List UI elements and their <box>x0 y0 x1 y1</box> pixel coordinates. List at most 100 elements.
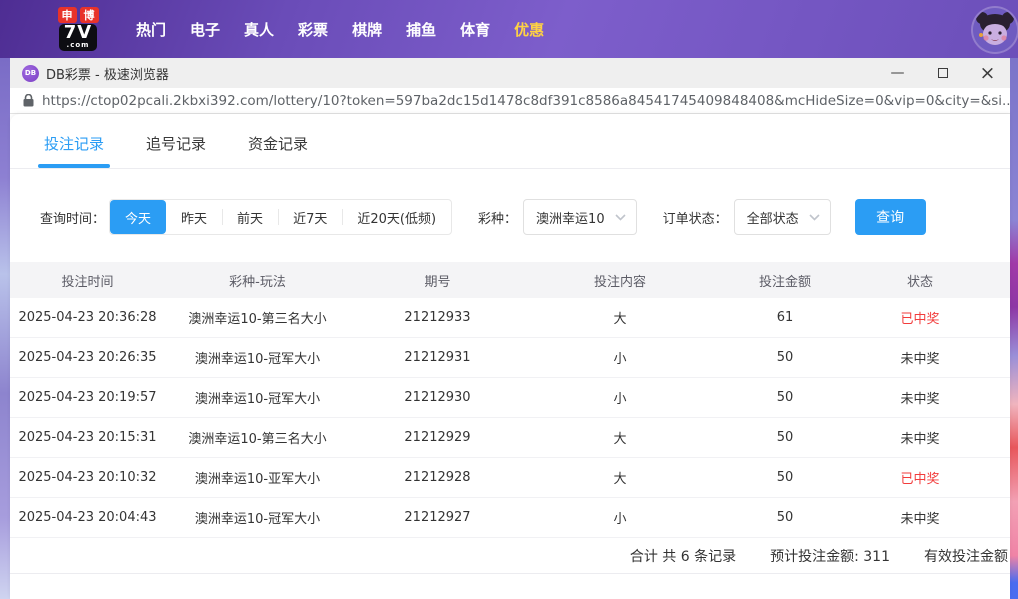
maximize-button[interactable] <box>920 58 965 88</box>
screen: 申 博 7V .com 热门 电子 真人 彩票 棋牌 捕鱼 体育 优惠 DB D… <box>0 0 1018 599</box>
maximize-icon <box>937 68 948 78</box>
order-status-label: 订单状态： <box>662 211 728 227</box>
cell-bet-content: 小 <box>613 512 627 527</box>
site-logo[interactable]: 申 博 7V .com <box>46 7 110 51</box>
cell-bet-amount: 50 <box>776 350 794 365</box>
window-title: DB彩票 - 极速浏览器 <box>46 67 169 83</box>
time-option-today[interactable]: 今天 <box>110 200 167 234</box>
record-tabs: 投注记录 追号记录 资金记录 <box>10 114 1010 169</box>
table-row: 2025-04-23 20:10:32 澳洲幸运10-亚军大小 21212928… <box>10 458 1010 498</box>
nav-item-promo[interactable]: 优惠 <box>502 9 556 50</box>
minimize-button[interactable]: — <box>875 58 920 88</box>
tab-chase-records[interactable]: 追号记录 <box>146 133 206 168</box>
tab-bet-records[interactable]: 投注记录 <box>37 133 111 168</box>
cell-bet-time: 2025-04-23 20:10:32 <box>18 470 157 485</box>
status-badge: 未中奖 <box>900 352 940 367</box>
minimize-icon: — <box>890 65 905 81</box>
nav-item-slots[interactable]: 电子 <box>178 9 232 50</box>
lottery-select[interactable]: 澳洲幸运10 <box>523 199 637 235</box>
window-title-bar[interactable]: DB DB彩票 - 极速浏览器 — × <box>10 58 1010 88</box>
search-button[interactable]: 查询 <box>854 199 926 235</box>
status-badge: 已中奖 <box>900 312 940 327</box>
cell-bet-amount: 61 <box>776 310 794 325</box>
order-status-select[interactable]: 全部状态 <box>733 199 831 235</box>
cell-bet-content: 小 <box>613 352 627 367</box>
time-filter-label: 查询时间： <box>40 211 106 227</box>
nav-item-sports[interactable]: 体育 <box>448 9 502 50</box>
time-range-group: 今天 昨天 前天 近7天 近20天(低频) <box>109 199 453 235</box>
header-game-play: 彩种-玩法 <box>229 274 286 290</box>
order-status-value: 全部状态 <box>746 211 799 227</box>
table-row: 2025-04-23 20:19:57 澳洲幸运10-冠军大小 21212930… <box>10 378 1010 418</box>
logo-sub-text: .com <box>66 41 90 49</box>
cell-issue: 21212931 <box>404 350 471 365</box>
status-badge: 已中奖 <box>900 472 940 487</box>
time-option-yesterday[interactable]: 昨天 <box>166 200 222 234</box>
table-row: 2025-04-23 20:15:31 澳洲幸运10-第三名大小 2121292… <box>10 418 1010 458</box>
app-content: 投注记录 追号记录 资金记录 查询时间： 今天 昨天 前天 近7天 近20天(低… <box>10 114 1010 599</box>
logo-badge-1: 申 <box>57 7 77 23</box>
summary-estimated-amount: 预计投注金额: 311 <box>770 548 890 565</box>
cell-bet-time: 2025-04-23 20:15:31 <box>18 430 157 445</box>
header-bet-amount: 投注金额 <box>758 274 811 290</box>
logo-main-text: 7V <box>63 22 93 43</box>
header-bet-content: 投注内容 <box>593 274 646 290</box>
nav-item-fishing[interactable]: 捕鱼 <box>394 9 448 50</box>
logo-box: 7V .com <box>58 22 98 51</box>
url-text: https://ctop02pcali.2kbxi392.com/lottery… <box>42 92 1010 109</box>
status-badge: 未中奖 <box>900 392 940 407</box>
table-summary-row: 合计 共 6 条记录 预计投注金额: 311 有效投注金额 <box>10 538 1010 574</box>
header-bet-time: 投注时间 <box>61 274 114 290</box>
cell-bet-amount: 50 <box>776 470 794 485</box>
cell-game-play: 澳洲幸运10-亚军大小 <box>194 472 321 487</box>
site-top-bar: 申 博 7V .com 热门 电子 真人 彩票 棋牌 捕鱼 体育 优惠 <box>0 0 1018 58</box>
close-icon: × <box>979 62 996 84</box>
browser-window: DB DB彩票 - 极速浏览器 — × https://ctop02pcali.… <box>10 58 1010 599</box>
nav-item-cards[interactable]: 棋牌 <box>340 9 394 50</box>
cell-issue: 21212929 <box>404 430 471 445</box>
page-favicon: DB <box>22 64 39 82</box>
site-nav: 热门 电子 真人 彩票 棋牌 捕鱼 体育 优惠 <box>124 9 556 50</box>
cell-game-play: 澳洲幸运10-冠军大小 <box>194 512 321 527</box>
cell-issue: 21212928 <box>404 470 471 485</box>
cell-issue: 21212927 <box>404 510 471 525</box>
background-page-left-edge <box>0 58 10 599</box>
cell-bet-content: 大 <box>613 312 627 327</box>
nav-item-lottery[interactable]: 彩票 <box>286 9 340 50</box>
table-row: 2025-04-23 20:36:28 澳洲幸运10-第三名大小 2121293… <box>10 298 1010 338</box>
cell-bet-time: 2025-04-23 20:19:57 <box>18 390 157 405</box>
cell-bet-content: 大 <box>613 432 627 447</box>
cell-bet-time: 2025-04-23 20:26:35 <box>18 350 157 365</box>
filter-bar: 查询时间： 今天 昨天 前天 近7天 近20天(低频) 彩种： 澳洲幸运10 订… <box>40 199 1010 235</box>
chevron-down-icon <box>809 213 820 221</box>
cell-game-play: 澳洲幸运10-冠军大小 <box>194 352 321 367</box>
cell-bet-amount: 50 <box>776 510 794 525</box>
cell-bet-time: 2025-04-23 20:36:28 <box>18 310 157 325</box>
status-badge: 未中奖 <box>900 432 940 447</box>
header-status: 状态 <box>906 274 933 290</box>
cell-bet-amount: 50 <box>776 390 794 405</box>
nav-item-hot[interactable]: 热门 <box>124 9 178 50</box>
chevron-down-icon <box>615 213 626 221</box>
cell-game-play: 澳洲幸运10-第三名大小 <box>188 432 327 447</box>
cell-bet-time: 2025-04-23 20:04:43 <box>18 510 157 525</box>
lottery-select-value: 澳洲幸运10 <box>536 211 605 227</box>
user-avatar[interactable] <box>973 8 1017 52</box>
summary-total-records: 合计 共 6 条记录 <box>629 548 737 565</box>
time-option-day-before[interactable]: 前天 <box>222 200 278 234</box>
window-controls: — × <box>875 58 1010 88</box>
time-option-20days[interactable]: 近20天(低频) <box>342 200 451 234</box>
lottery-filter-label: 彩种： <box>478 211 518 227</box>
tab-fund-records[interactable]: 资金记录 <box>248 133 308 168</box>
table-row: 2025-04-23 20:26:35 澳洲幸运10-冠军大小 21212931… <box>10 338 1010 378</box>
cell-issue: 21212930 <box>404 390 471 405</box>
logo-badges: 申 博 <box>57 7 99 23</box>
time-option-7days[interactable]: 近7天 <box>278 200 342 234</box>
address-bar[interactable]: https://ctop02pcali.2kbxi392.com/lottery… <box>10 88 1010 114</box>
cell-game-play: 澳洲幸运10-冠军大小 <box>194 392 321 407</box>
status-badge: 未中奖 <box>900 512 940 527</box>
nav-item-live[interactable]: 真人 <box>232 9 286 50</box>
close-button[interactable]: × <box>965 58 1010 88</box>
summary-valid-amount: 有效投注金额 <box>924 548 1008 565</box>
cell-bet-content: 大 <box>613 472 627 487</box>
